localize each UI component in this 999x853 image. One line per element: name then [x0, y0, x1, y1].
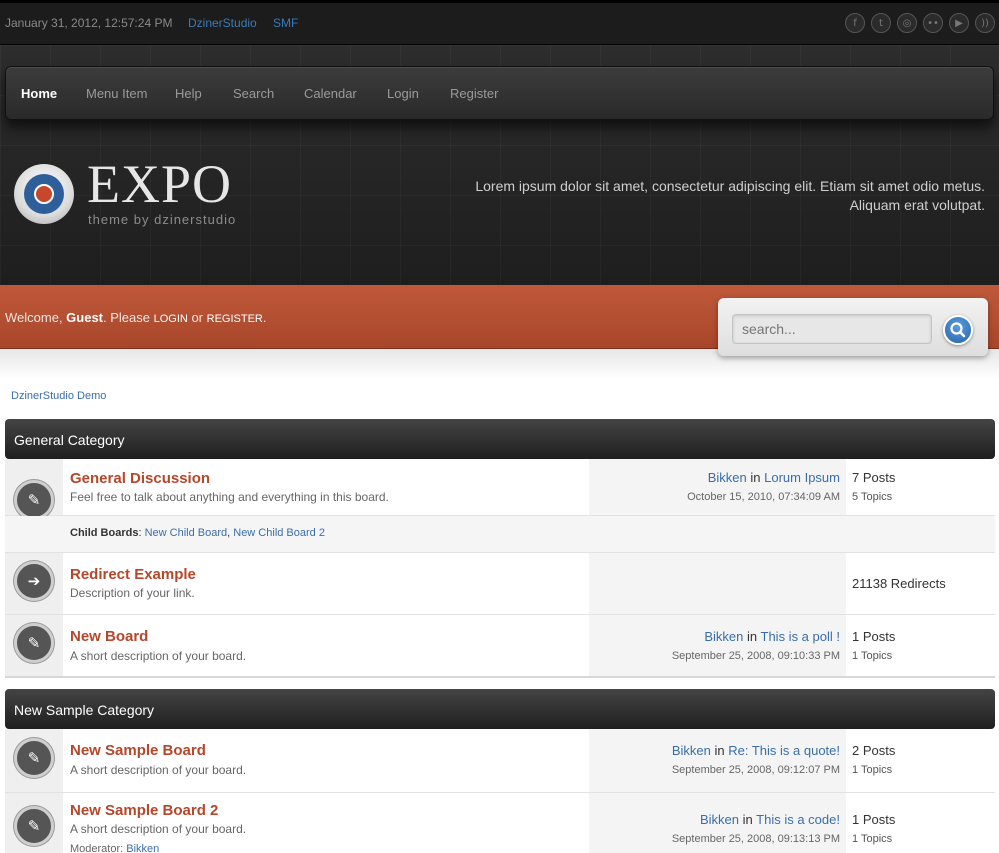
- board-name[interactable]: New Sample Board 2: [70, 802, 218, 819]
- last-post-in: in: [714, 743, 725, 758]
- board-description: A short description of your board.: [70, 763, 247, 777]
- search-button[interactable]: [943, 315, 973, 345]
- register-link[interactable]: REGISTER: [207, 313, 263, 325]
- site-tagline: Lorem ipsum dolor sit amet, consectetur …: [475, 178, 985, 213]
- last-post-topic[interactable]: This is a poll !: [761, 629, 840, 644]
- last-post-in: in: [747, 629, 758, 644]
- last-post-topic[interactable]: Re: This is a quote!: [728, 743, 840, 758]
- moderator-label: Moderator:: [70, 843, 124, 853]
- board-name[interactable]: New Board: [70, 628, 148, 645]
- last-post: Bikken in This is a code!: [700, 812, 840, 827]
- smf-link[interactable]: SMF: [273, 16, 298, 30]
- last-post-date: September 25, 2008, 09:10:33 PM: [671, 650, 840, 662]
- child-board-link[interactable]: New Child Board 2: [233, 527, 325, 539]
- board-icon: ✎: [14, 480, 54, 520]
- search-input[interactable]: [732, 314, 932, 344]
- nav-help[interactable]: Help: [175, 86, 202, 101]
- category-header[interactable]: New Sample Category: [5, 689, 995, 729]
- board-posts: 1 Posts: [852, 812, 896, 827]
- social-icons: f t ◎ •• ▶ )): [845, 13, 995, 33]
- board-topics: 1 Topics: [852, 764, 893, 776]
- login-link[interactable]: LOGIN: [154, 313, 188, 325]
- board-icon: ✎: [14, 623, 54, 663]
- main-nav: Home Menu Item Help Search Calendar Logi…: [5, 66, 994, 120]
- board-row: ✎ New Sample Board 2 A short description…: [5, 793, 995, 853]
- top-bar: January 31, 2012, 12:57:24 PM DzinerStud…: [0, 0, 999, 45]
- logo-icon[interactable]: [14, 164, 74, 224]
- rss-icon[interactable]: )): [975, 13, 995, 33]
- board-posts: 1 Posts: [852, 629, 896, 644]
- redirect-icon: ➔: [14, 561, 54, 601]
- board-name[interactable]: Redirect Example: [70, 566, 196, 583]
- last-post-date: September 25, 2008, 09:12:07 PM: [671, 764, 840, 776]
- board-description: A short description of your board.: [70, 822, 247, 836]
- nav-calendar[interactable]: Calendar: [304, 86, 357, 101]
- search-box: [718, 298, 988, 356]
- welcome-prefix: Welcome,: [5, 310, 67, 325]
- last-post-in: in: [750, 470, 761, 485]
- last-post: Bikken in Re: This is a quote!: [672, 743, 840, 758]
- child-board-link[interactable]: New Child Board: [145, 527, 228, 539]
- board-topics: 5 Topics: [852, 491, 893, 503]
- board-description: Feel free to talk about anything and eve…: [70, 490, 389, 504]
- twitter-icon[interactable]: t: [871, 13, 891, 33]
- child-boards: Child Boards: New Child Board, New Child…: [70, 527, 325, 539]
- nav-register[interactable]: Register: [450, 86, 498, 101]
- child-boards-label: Child Boards: [70, 527, 139, 539]
- guest-name: Guest: [66, 310, 104, 325]
- dzinerstudio-link[interactable]: DzinerStudio: [188, 16, 257, 30]
- logo-subtitle: theme by dzinerstudio: [88, 212, 237, 227]
- welcome-suffix: .: [262, 310, 267, 325]
- nav-login[interactable]: Login: [387, 86, 419, 101]
- moderator-link[interactable]: Bikken: [126, 843, 159, 853]
- flickr-icon[interactable]: ••: [923, 13, 943, 33]
- welcome-middle: . Please: [103, 310, 154, 325]
- child-boards-row: Child Boards: New Child Board, New Child…: [5, 516, 995, 553]
- logo-text[interactable]: EXPO: [87, 157, 232, 211]
- board-row: ✎ General Discussion Feel free to talk a…: [5, 459, 995, 520]
- last-post-date: September 25, 2008, 09:13:13 PM: [671, 833, 840, 845]
- board-name[interactable]: General Discussion: [70, 470, 210, 487]
- board-row: ✎ New Sample Board A short description o…: [5, 729, 995, 793]
- last-post: Bikken in This is a poll !: [704, 629, 840, 644]
- last-post-topic[interactable]: Lorum Ipsum: [764, 470, 840, 485]
- category-header[interactable]: General Category: [5, 419, 995, 459]
- last-post-topic[interactable]: This is a code!: [756, 812, 840, 827]
- board-row: ➔ Redirect Example Description of your l…: [5, 553, 995, 615]
- board-posts: 2 Posts: [852, 743, 896, 758]
- nav-home[interactable]: Home: [21, 86, 57, 101]
- site-header: Home Menu Item Help Search Calendar Logi…: [0, 45, 999, 285]
- current-datetime: January 31, 2012, 12:57:24 PM: [5, 16, 173, 30]
- board-row: ✎ New Board A short description of your …: [5, 615, 995, 678]
- last-post-date: October 15, 2010, 07:34:09 AM: [687, 491, 840, 503]
- board-topics: 1 Topics: [852, 833, 893, 845]
- nav-menu-item[interactable]: Menu Item: [86, 86, 147, 101]
- last-post-user[interactable]: Bikken: [708, 470, 747, 485]
- moderator: Moderator: Bikken: [70, 843, 159, 853]
- welcome-message: Welcome, Guest. Please LOGIN or REGISTER…: [5, 310, 267, 325]
- dribbble-icon[interactable]: ◎: [897, 13, 917, 33]
- board-description: A short description of your board.: [70, 649, 247, 663]
- last-post-user[interactable]: Bikken: [704, 629, 743, 644]
- welcome-or: or: [187, 310, 207, 325]
- board-redirects: 21138 Redirects: [852, 576, 946, 591]
- board-icon: ✎: [14, 806, 54, 846]
- search-icon: [950, 322, 966, 338]
- board-icon: ✎: [14, 738, 54, 778]
- last-post-user[interactable]: Bikken: [700, 812, 739, 827]
- last-post: Bikken in Lorum Ipsum: [708, 470, 840, 485]
- facebook-icon[interactable]: f: [845, 13, 865, 33]
- board-description: Description of your link.: [70, 586, 195, 600]
- board-posts: 7 Posts: [852, 470, 896, 485]
- board-name[interactable]: New Sample Board: [70, 742, 206, 759]
- nav-search[interactable]: Search: [233, 86, 274, 101]
- last-post-user[interactable]: Bikken: [672, 743, 711, 758]
- breadcrumb[interactable]: DzinerStudio Demo: [11, 390, 106, 402]
- youtube-icon[interactable]: ▶: [949, 13, 969, 33]
- board-topics: 1 Topics: [852, 650, 893, 662]
- last-post-in: in: [742, 812, 753, 827]
